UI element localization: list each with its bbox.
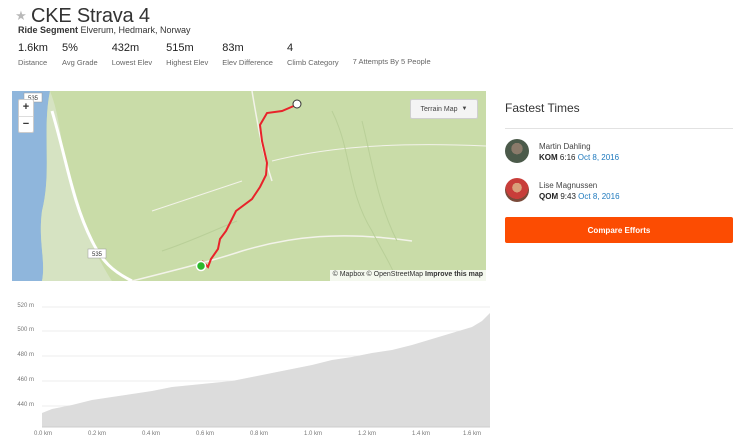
stat-value: 515m	[166, 42, 194, 54]
leader-row: Lise Magnussen QOM 9:43 Oct 8, 2016	[505, 178, 733, 208]
improve-map-link[interactable]: Improve this map	[425, 271, 483, 278]
map-style-label: Terrain Map	[420, 105, 458, 113]
avatar[interactable]	[505, 178, 529, 202]
leader-result: KOM 6:16 Oct 8, 2016	[539, 153, 619, 162]
star-icon[interactable]: ★	[12, 8, 30, 24]
x-tick-label: 1.6 km	[463, 431, 482, 437]
leader-name[interactable]: Lise Magnussen	[539, 181, 620, 192]
elevation-profile[interactable]: 520 m 500 m 480 m 460 m 440 m 0.0 km 0.2…	[12, 297, 490, 439]
stat-attempts[interactable]: 7 Attempts By 5 People	[353, 42, 431, 67]
x-tick-label: 1.0 km	[304, 431, 323, 437]
map-road	[271, 144, 486, 162]
zoom-control: + −	[18, 99, 34, 133]
stat-value: 432m	[111, 42, 140, 54]
avatar[interactable]	[505, 139, 529, 163]
contour-line	[161, 220, 238, 252]
stat-elev-difference: 83m Elev Difference	[222, 42, 273, 67]
zoom-out-button[interactable]: −	[19, 116, 33, 132]
elevation-chart	[42, 306, 490, 428]
start-marker[interactable]	[195, 260, 207, 272]
compare-efforts-button[interactable]: Compare Efforts	[505, 217, 733, 243]
stat-climb-category: 4 Climb Category	[287, 42, 339, 67]
stat-label: Distance	[18, 58, 48, 67]
stat-highest-elev: 515m Highest Elev	[166, 42, 208, 67]
leader-row: Martin Dahling KOM 6:16 Oct 8, 2016	[505, 139, 733, 169]
route-line	[201, 104, 297, 269]
stat-value: 83m	[222, 42, 244, 54]
stat-value: 5%	[61, 42, 78, 54]
attribution-text[interactable]: © Mapbox © OpenStreetMap	[333, 271, 423, 278]
map-road	[151, 180, 243, 212]
segment-subtitle: Ride Segment Elverum, Hedmark, Norway	[18, 25, 191, 35]
caret-down-icon: ▼	[461, 106, 468, 112]
road-label-535: 535	[92, 252, 103, 258]
leader-date-link[interactable]: Oct 8, 2016	[578, 153, 619, 162]
attempts-label: 7 Attempts By 5 People	[352, 57, 431, 66]
finish-flag-icon[interactable]	[292, 99, 302, 109]
segment-location: Elverum, Hedmark, Norway	[80, 25, 191, 35]
qom-badge: QOM	[539, 192, 559, 201]
stat-distance: 1.6km Distance	[18, 42, 48, 67]
y-tick-label: 520 m	[17, 303, 34, 309]
stat-label: Lowest Elev	[111, 58, 153, 67]
x-tick-label: 0.2 km	[88, 431, 107, 437]
x-tick-label: 1.2 km	[358, 431, 377, 437]
elevation-area	[42, 313, 490, 427]
leader-result: QOM 9:43 Oct 8, 2016	[539, 192, 620, 201]
stat-value: 4	[286, 42, 294, 54]
stat-label: Avg Grade	[61, 58, 98, 67]
stat-label: Elev Difference	[222, 58, 273, 67]
segment-type: Ride Segment	[18, 25, 79, 35]
fastest-times-title: Fastest Times	[505, 101, 580, 115]
map-style-button[interactable]: Terrain Map ▼	[410, 99, 478, 119]
segment-map[interactable]: 535 535 + − Terrain Map ▼ © Mapbox © Ope…	[12, 91, 486, 281]
stat-label: Climb Category	[286, 58, 339, 67]
x-tick-label: 1.4 km	[412, 431, 431, 437]
leader-name[interactable]: Martin Dahling	[539, 142, 619, 153]
map-attribution: © Mapbox © OpenStreetMap Improve this ma…	[329, 270, 486, 281]
kom-badge: KOM	[539, 153, 558, 162]
x-tick-label: 0.6 km	[196, 431, 215, 437]
map-canvas: 535 535	[12, 91, 486, 281]
y-tick-label: 500 m	[17, 327, 34, 333]
leader-time: 6:16	[559, 153, 576, 162]
divider	[505, 128, 733, 129]
stat-avg-grade: 5% Avg Grade	[62, 42, 98, 67]
segment-stats: 1.6km Distance 5% Avg Grade 432m Lowest …	[18, 42, 445, 67]
stat-lowest-elev: 432m Lowest Elev	[112, 42, 152, 67]
stat-label: Highest Elev	[166, 58, 209, 67]
leader-time: 9:43	[560, 192, 576, 201]
fastest-times-panel: Fastest Times Martin Dahling KOM 6:16 Oc…	[505, 91, 733, 243]
y-tick-label: 480 m	[17, 352, 34, 358]
y-tick-label: 440 m	[17, 402, 34, 408]
x-tick-label: 0.8 km	[250, 431, 269, 437]
stat-value: 1.6km	[18, 42, 48, 54]
zoom-in-button[interactable]: +	[19, 100, 33, 116]
x-tick-label: 0.4 km	[142, 431, 161, 437]
leader-date-link[interactable]: Oct 8, 2016	[578, 192, 619, 201]
x-tick-label: 0.0 km	[34, 431, 53, 437]
y-tick-label: 460 m	[17, 377, 34, 383]
contour-line	[331, 110, 398, 281]
